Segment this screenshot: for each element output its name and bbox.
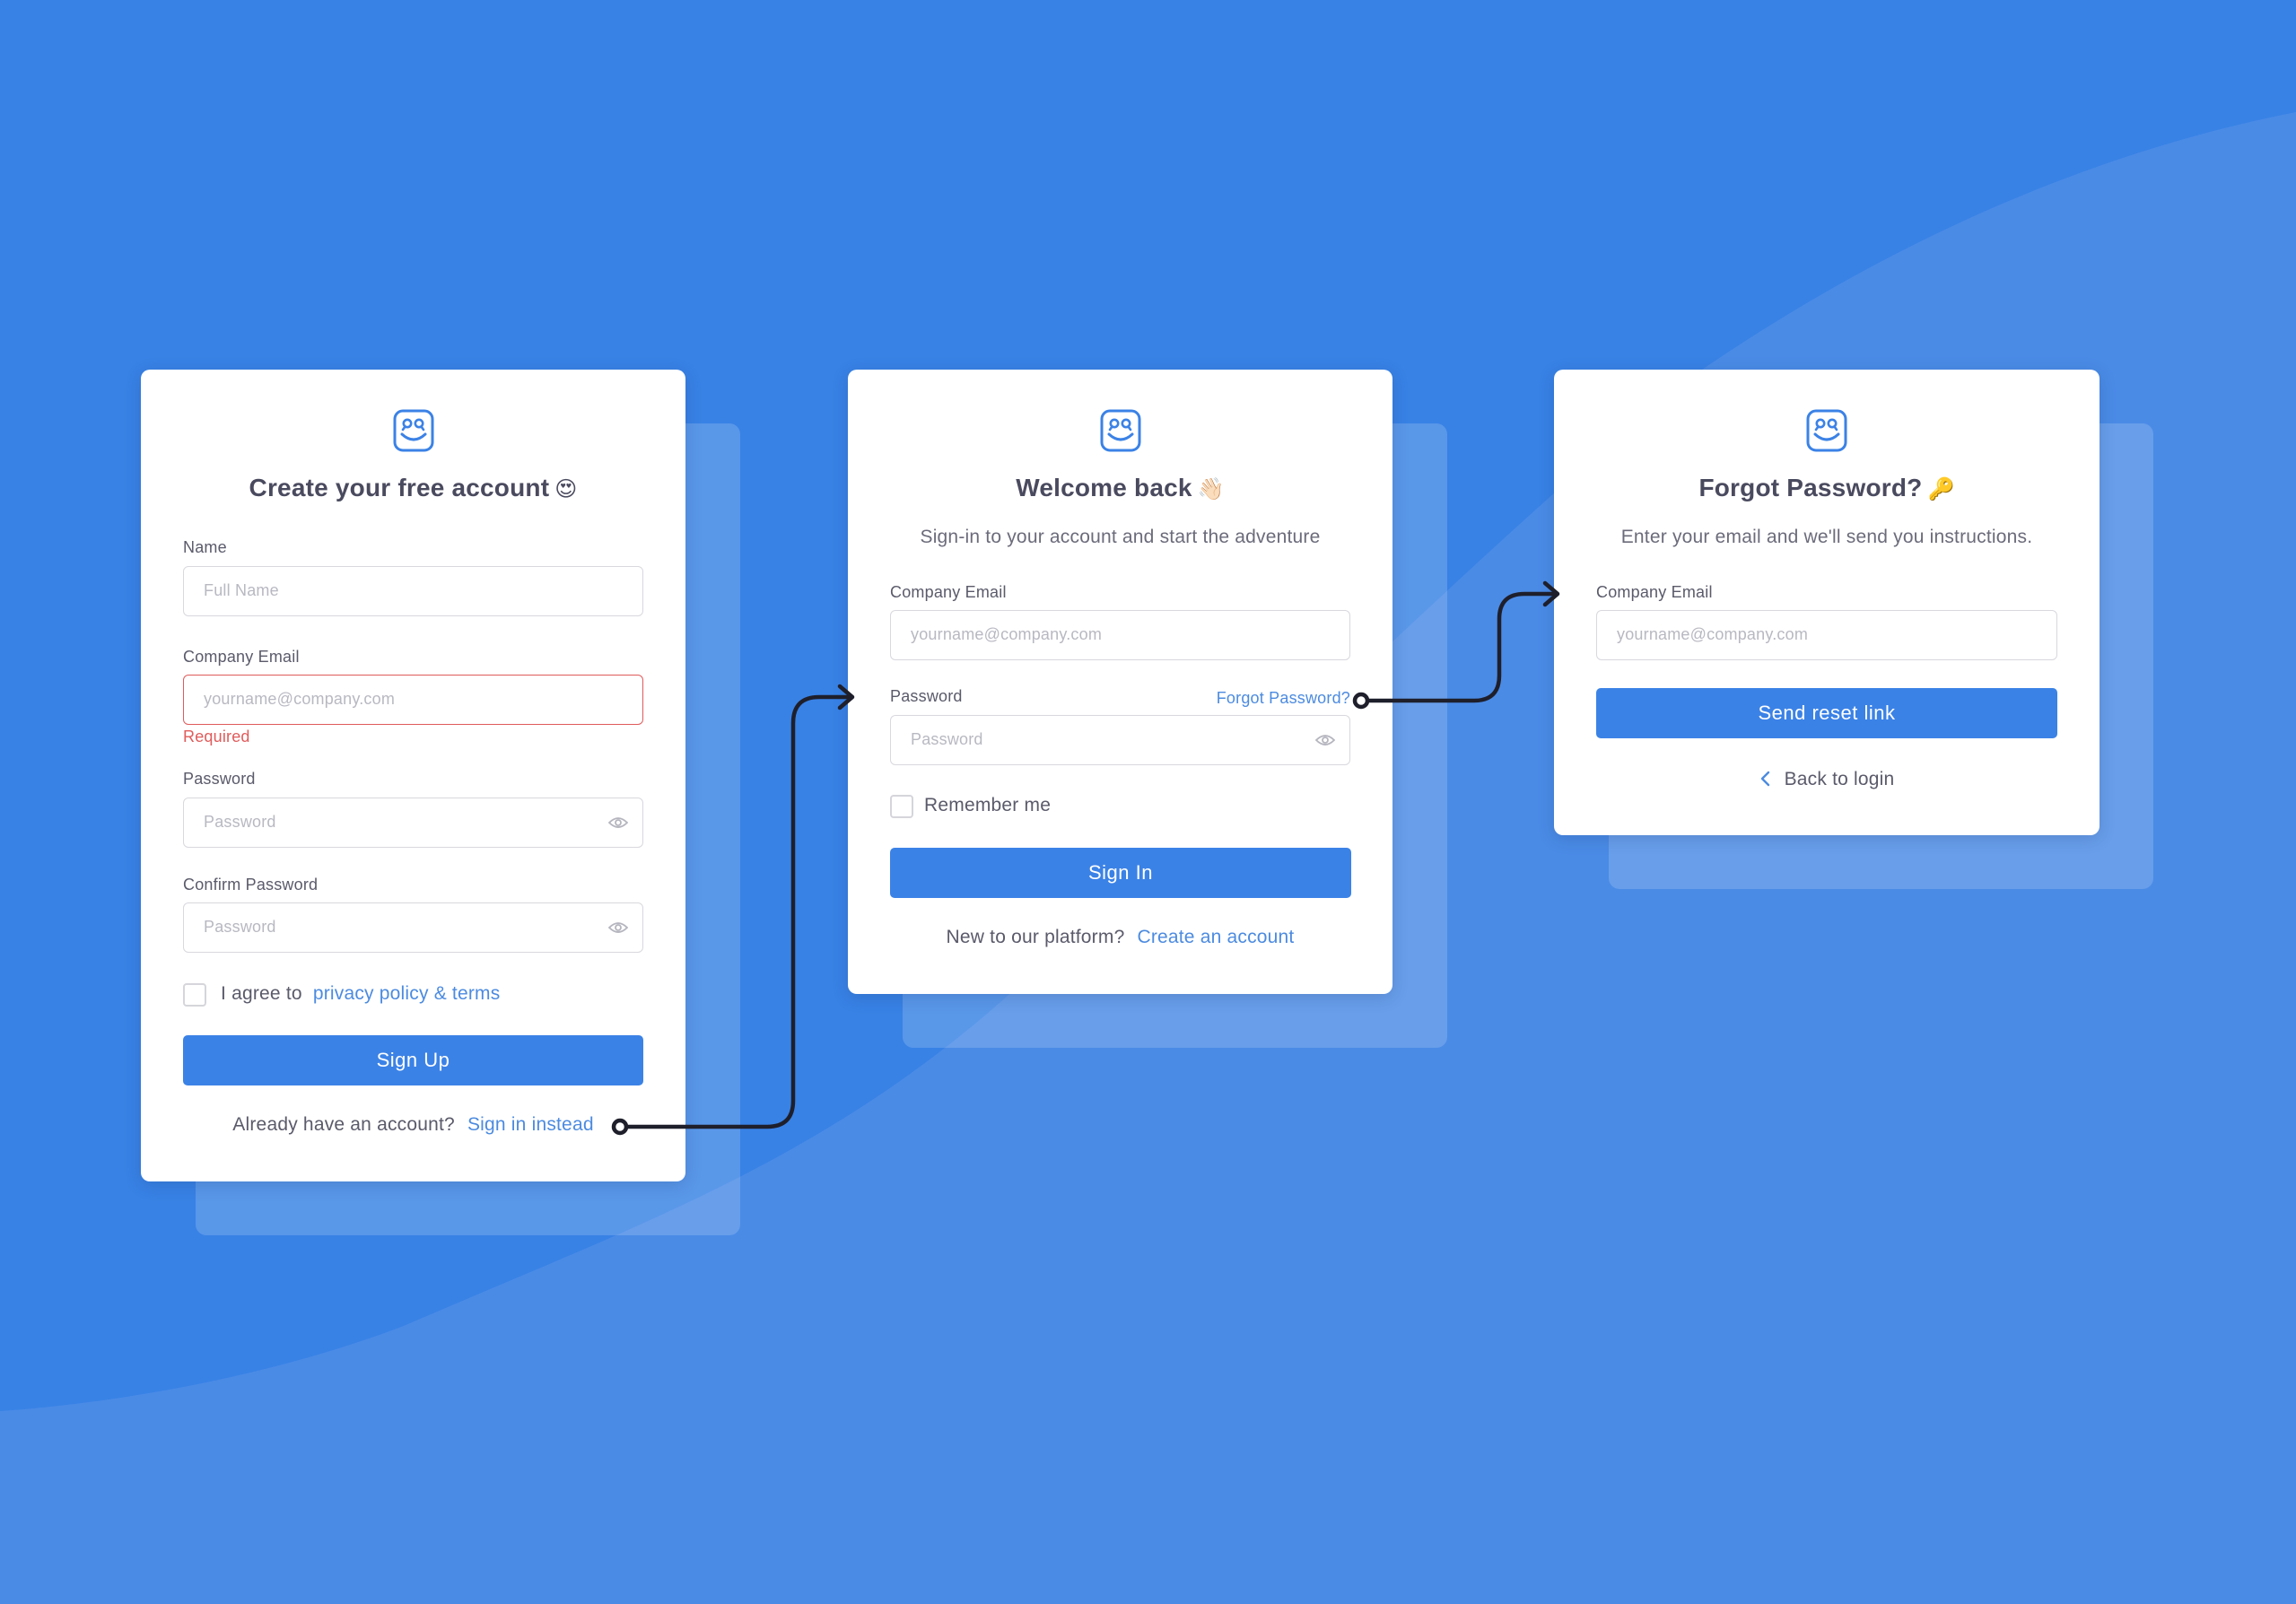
smiley-logo-icon [393, 409, 433, 452]
forgot-subtitle: Enter your email and we'll send you inst… [1620, 527, 2033, 547]
forgot-password-card: Forgot Password? 🔑 Enter your email and w… [1554, 370, 2100, 835]
forgot-email-label: Company Email [1596, 583, 1713, 601]
signin-subtitle: Sign-in to your account and start the ad… [920, 527, 1321, 547]
eye-icon[interactable] [608, 919, 628, 937]
sign-up-button[interactable]: Sign Up [183, 1035, 643, 1085]
name-input[interactable]: Full Name [183, 566, 643, 616]
email-required-error: Required [183, 728, 250, 745]
signin-card: Welcome back 👋🏻 Sign-in to your account a… [848, 370, 1392, 994]
name-label: Name [183, 538, 227, 556]
eye-icon[interactable] [608, 814, 628, 832]
signup-password-label: Password [183, 770, 256, 788]
signup-card: Create your free account 😍 Name Full Name… [141, 370, 685, 1181]
signin-email-input[interactable]: yourname@company.com [890, 610, 1350, 660]
heart-eyes-emoji-icon: 😍 [554, 476, 578, 501]
sign-in-button[interactable]: Sign In [890, 848, 1351, 898]
privacy-policy-link[interactable]: privacy policy & terms [313, 983, 501, 1004]
signin-footer: New to our platform? Create an account [946, 927, 1295, 947]
chevron-left-icon [1760, 771, 1769, 787]
signin-password-placeholder: Password [911, 730, 983, 748]
forgot-email-input[interactable]: yourname@company.com [1596, 610, 2057, 660]
waving-hand-emoji-icon: 👋🏻 [1197, 476, 1225, 501]
signin-password-input[interactable]: Password [890, 715, 1350, 765]
signin-email-label: Company Email [890, 583, 1007, 601]
smiley-logo-icon [1806, 409, 1847, 452]
forgot-title: Forgot Password? 🔑 [1698, 474, 1955, 501]
create-account-link[interactable]: Create an account [1137, 927, 1294, 947]
back-to-login-link[interactable]: Back to login [1554, 769, 2100, 790]
signup-title: Create your free account 😍 [249, 474, 578, 501]
signin-password-label: Password [890, 687, 963, 705]
agree-label: I agree to privacy policy & terms [221, 983, 501, 1004]
eye-icon[interactable] [1315, 731, 1335, 749]
signup-password-input[interactable]: Password [183, 798, 643, 848]
remember-me-label: Remember me [924, 795, 1052, 815]
signup-footer: Already have an account? Sign in instead [232, 1114, 594, 1135]
sign-in-instead-link[interactable]: Sign in instead [467, 1114, 594, 1135]
confirm-password-placeholder: Password [204, 918, 276, 936]
signin-title: Welcome back 👋🏻 [1016, 474, 1225, 501]
key-emoji-icon: 🔑 [1927, 476, 1955, 501]
agree-checkbox[interactable] [183, 983, 206, 1007]
signup-password-placeholder: Password [204, 813, 276, 831]
forgot-password-link[interactable]: Forgot Password? [1217, 689, 1350, 708]
remember-me-checkbox[interactable] [890, 795, 913, 818]
send-reset-link-button[interactable]: Send reset link [1596, 688, 2057, 738]
confirm-password-input[interactable]: Password [183, 902, 643, 953]
signup-email-label: Company Email [183, 648, 300, 666]
signup-email-input[interactable]: yourname@company.com [183, 675, 643, 725]
confirm-password-label: Confirm Password [183, 876, 319, 894]
smiley-logo-icon [1100, 409, 1140, 452]
